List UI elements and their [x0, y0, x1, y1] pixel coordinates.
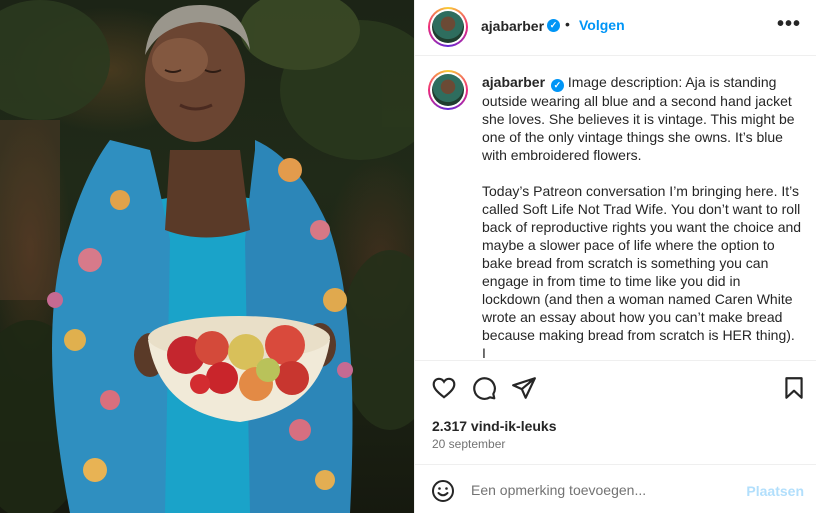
heart-icon[interactable] — [431, 375, 457, 401]
caption-verified-badge-icon: ✓ — [550, 79, 564, 92]
emoji-icon[interactable] — [431, 479, 455, 503]
comment-input[interactable] — [471, 477, 731, 503]
post-detail-panel: ajabarber ✓ • Volgen ••• ajabarber ✓ Ima… — [414, 0, 816, 513]
comment-bar: Plaatsen — [415, 464, 816, 513]
separator-dot: • — [565, 16, 570, 32]
more-options-icon[interactable]: ••• — [777, 14, 801, 34]
follow-button[interactable]: Volgen — [579, 17, 625, 33]
comment-icon[interactable] — [471, 375, 497, 401]
post-header: ajabarber ✓ • Volgen ••• — [415, 0, 816, 56]
post-comment-button[interactable]: Plaatsen — [746, 483, 804, 499]
likes-count[interactable]: 2.317 vind-ik-leuks — [432, 418, 557, 434]
photo-illustration — [0, 0, 414, 513]
avatar[interactable] — [428, 7, 468, 47]
send-icon[interactable] — [511, 375, 537, 401]
caption: ajabarber ✓ Image description: Aja is st… — [482, 73, 802, 360]
caption-avatar[interactable] — [428, 70, 468, 110]
header-username[interactable]: ajabarber — [481, 18, 544, 34]
action-bar: 2.317 vind-ik-leuks 20 september — [415, 360, 816, 464]
verified-badge-icon: ✓ — [547, 19, 560, 32]
post-date[interactable]: 20 september — [432, 437, 505, 451]
caption-body: Image description: Aja is standing outsi… — [482, 74, 802, 360]
bookmark-icon[interactable] — [781, 375, 807, 401]
caption-section: ajabarber ✓ Image description: Aja is st… — [415, 57, 816, 360]
caption-username[interactable]: ajabarber — [482, 74, 545, 90]
post-photo[interactable] — [0, 0, 414, 513]
